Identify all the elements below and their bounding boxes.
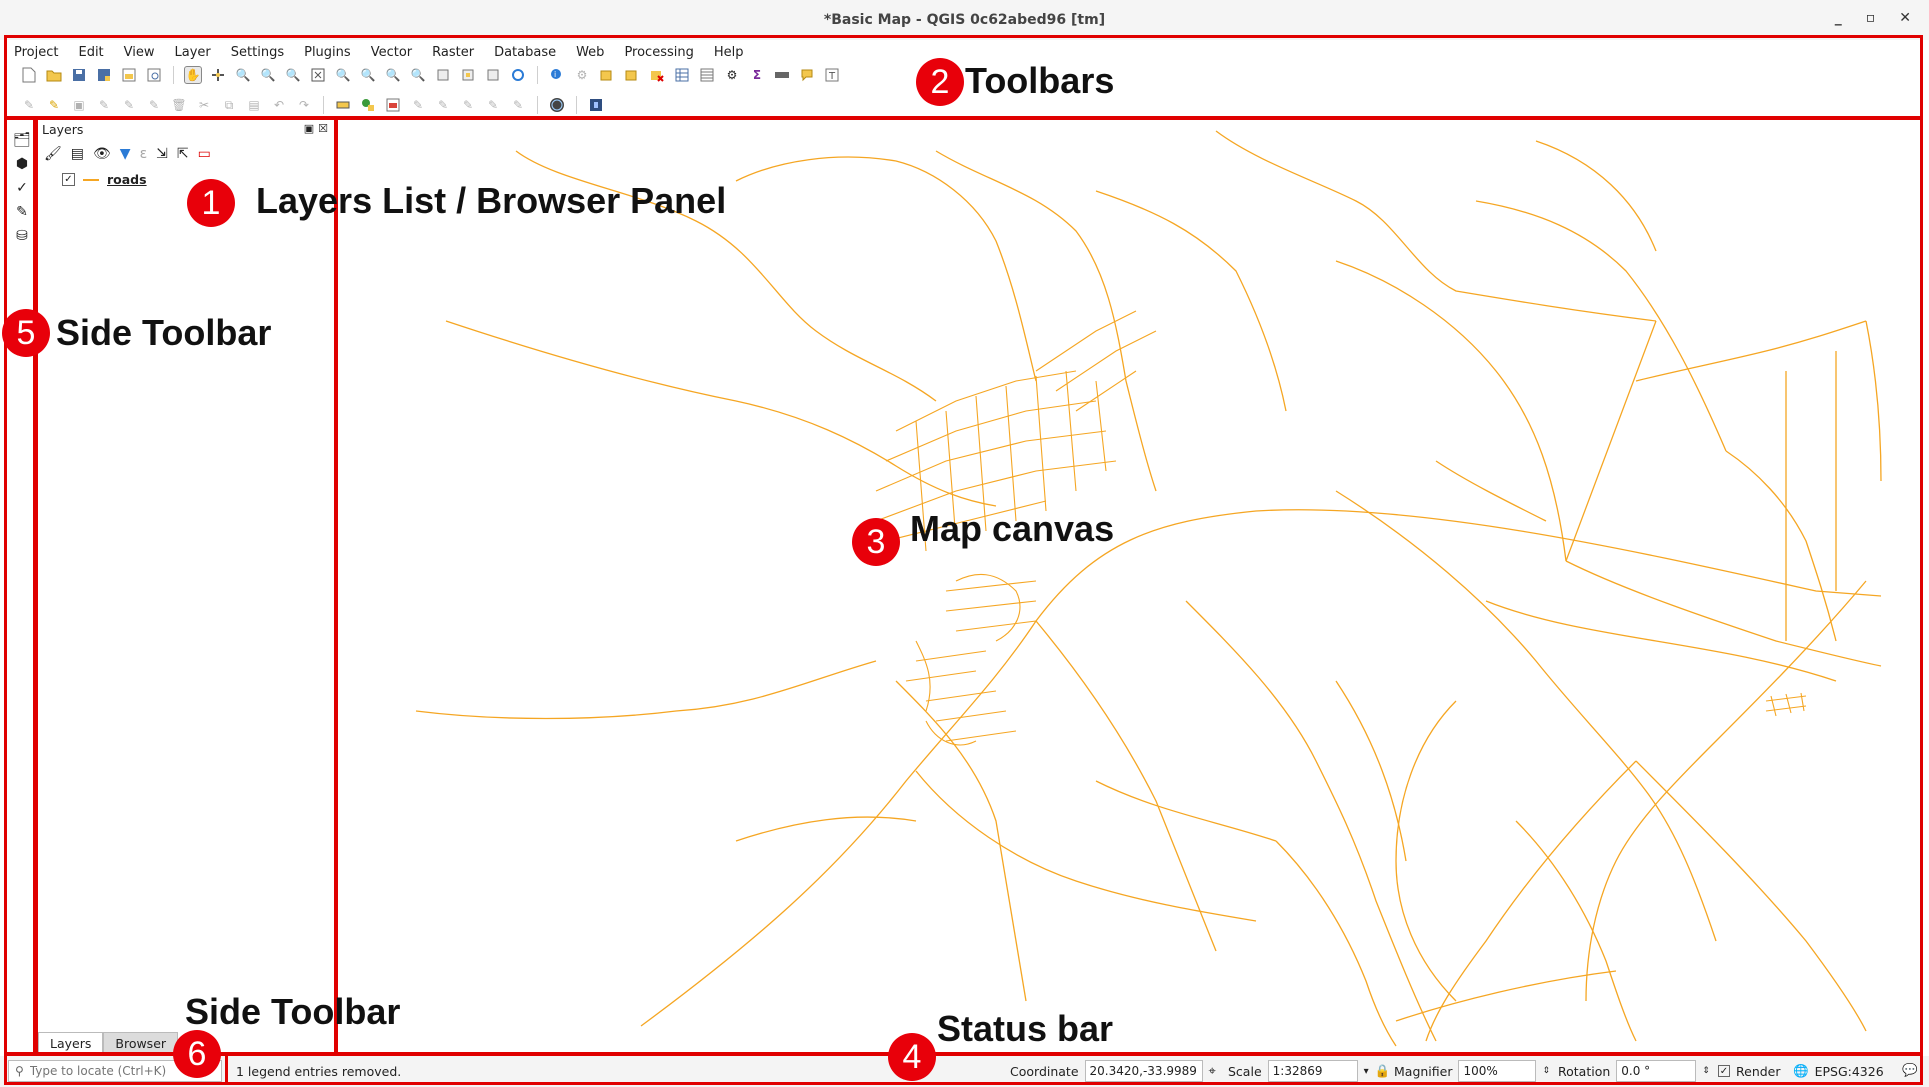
window-title: *Basic Map - QGIS 0c62abed96 [tm]	[823, 12, 1106, 28]
annotation-label-3: Map canvas	[910, 508, 1115, 549]
annotation-badge-2: 2	[916, 58, 964, 106]
annotation-label-5: Side Toolbar	[56, 312, 272, 353]
layers-panel-highlight	[35, 117, 337, 1055]
annotation-label-2: Toolbars	[965, 60, 1115, 101]
map-canvas-highlight	[335, 117, 1923, 1055]
annotation-label-4: Status bar	[937, 1008, 1114, 1049]
annotation-label-6: Side Toolbar	[185, 991, 401, 1032]
maximize-button[interactable]: ▫	[1866, 10, 1876, 26]
window-titlebar: *Basic Map - QGIS 0c62abed96 [tm] _ ▫ ✕	[0, 0, 1929, 40]
annotation-badge-3: 3	[852, 518, 900, 566]
annotation-badge-6: 6	[173, 1030, 221, 1078]
annotation-badge-1: 1	[187, 179, 235, 227]
close-button[interactable]: ✕	[1899, 10, 1911, 26]
side-toolbar-highlight	[4, 117, 36, 1055]
annotation-badge-4: 4	[888, 1033, 936, 1081]
minimize-button[interactable]: _	[1835, 10, 1842, 26]
window-controls: _ ▫ ✕	[1835, 10, 1911, 26]
annotation-badge-5: 5	[2, 309, 50, 357]
status-bar-highlight	[225, 1053, 1923, 1085]
annotation-label-1: Layers List / Browser Panel	[256, 180, 727, 221]
